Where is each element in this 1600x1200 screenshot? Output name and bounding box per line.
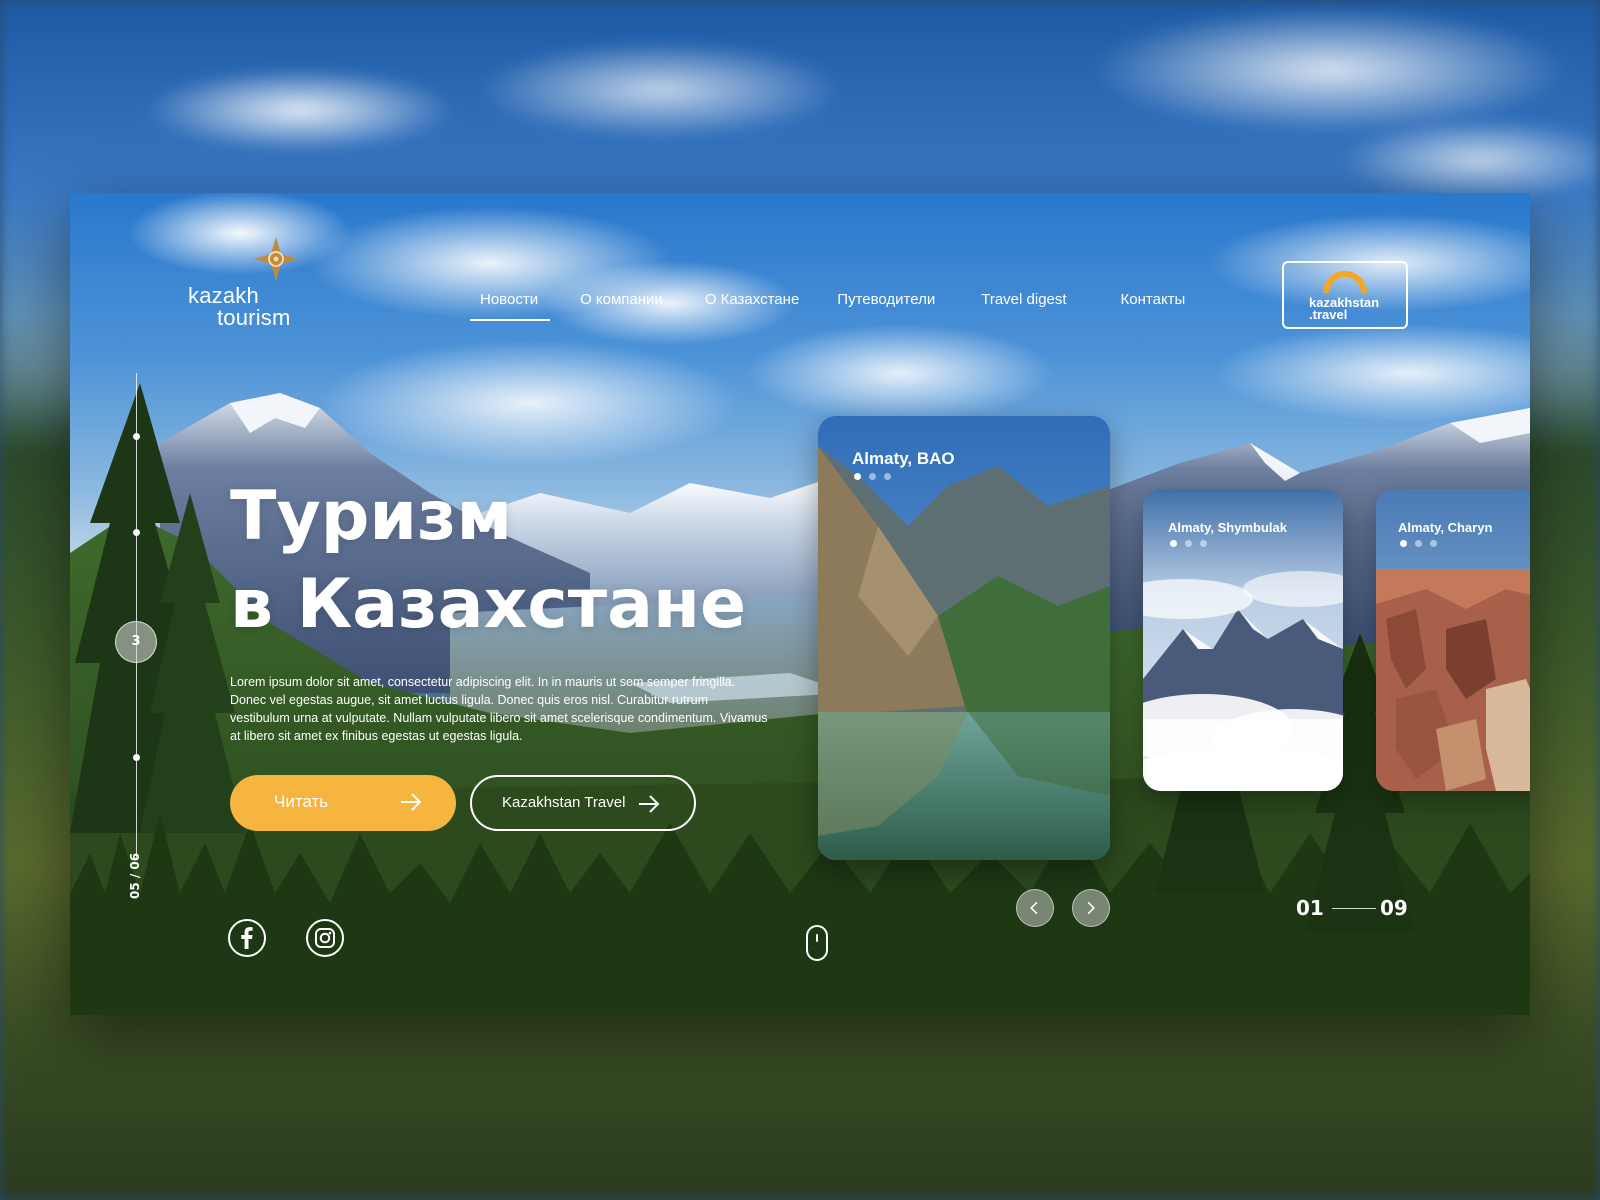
card-title-shymbulak: Almaty, Shymbulak	[1168, 520, 1287, 535]
card-title-bao: Almaty, BAO	[852, 449, 955, 468]
read-button[interactable]: Читать	[230, 775, 456, 831]
arrow-right-icon	[639, 795, 660, 813]
destination-card[interactable]: Almaty, Shymbulak	[1143, 489, 1343, 791]
card-pagination	[1170, 540, 1207, 547]
destination-card[interactable]: Almaty, BAO	[818, 416, 1110, 860]
card-title-charyn: Almaty, Charyn	[1398, 520, 1493, 535]
instagram-icon	[315, 928, 335, 948]
rail-dot[interactable]	[133, 754, 140, 761]
rail-dot[interactable]	[133, 529, 140, 536]
hero-title: Туризм в Казахстане	[230, 473, 746, 649]
partner-label: kazakhstan .travel	[1309, 296, 1379, 322]
logo-line-2: tourism	[217, 305, 291, 330]
card-image-bao	[818, 416, 1110, 860]
chevron-left-icon	[1030, 901, 1038, 915]
card-pagination	[854, 473, 891, 480]
nav-item-guides[interactable]: Путеводители	[837, 289, 935, 321]
hero-description: Lorem ipsum dolor sit amet, consectetur …	[230, 675, 768, 743]
main-nav: Новости О компании О Казахстане Путеводи…	[469, 289, 1186, 321]
hero-title-line-2: в Казахстане	[230, 565, 747, 644]
destination-card[interactable]: Almaty, Charyn	[1376, 489, 1530, 791]
nav-item-news[interactable]: Новости	[469, 289, 551, 321]
card-pagination	[1400, 540, 1437, 547]
sun-arc-icon	[1323, 271, 1367, 293]
slide-total: 09	[1380, 896, 1408, 920]
mouse-scroll-icon[interactable]	[806, 925, 828, 961]
nav-item-about-company[interactable]: О компании	[580, 289, 663, 321]
chevron-right-icon	[1087, 901, 1095, 915]
nav-item-contacts[interactable]: Контакты	[1121, 289, 1186, 321]
instagram-link[interactable]	[306, 919, 344, 957]
hero-frame: kazakh tourism Новости О компании О Каза…	[70, 193, 1530, 1015]
nav-item-travel-digest[interactable]: Travel digest	[981, 289, 1066, 321]
kazakhstan-travel-badge[interactable]: kazakhstan .travel	[1282, 261, 1408, 329]
logo-wordmark: kazakh tourism	[188, 285, 291, 329]
travel-button-label: Kazakhstan Travel	[502, 794, 626, 811]
prev-slide-button[interactable]	[1016, 889, 1054, 927]
star-ornament-icon	[254, 237, 298, 281]
rail-dot[interactable]	[133, 433, 140, 440]
kazakh-tourism-logo[interactable]: kazakh tourism	[188, 237, 318, 337]
hero-title-line-1: Туризм	[230, 477, 513, 556]
read-button-label: Читать	[274, 792, 329, 811]
facebook-link[interactable]	[228, 919, 266, 957]
partner-line-2: .travel	[1309, 307, 1348, 322]
slide-current: 01	[1296, 896, 1324, 920]
counter-divider	[1332, 908, 1376, 909]
kazakhstan-travel-button[interactable]: Kazakhstan Travel	[470, 775, 696, 831]
next-slide-button[interactable]	[1072, 889, 1110, 927]
rail-current-section[interactable]: 3	[115, 621, 157, 663]
section-rail	[136, 373, 137, 858]
arrow-right-icon	[401, 793, 422, 811]
nav-item-about-kazakhstan[interactable]: О Казахстане	[705, 289, 799, 321]
facebook-icon	[241, 927, 253, 949]
rail-section-count: 05 / 06	[128, 852, 142, 899]
